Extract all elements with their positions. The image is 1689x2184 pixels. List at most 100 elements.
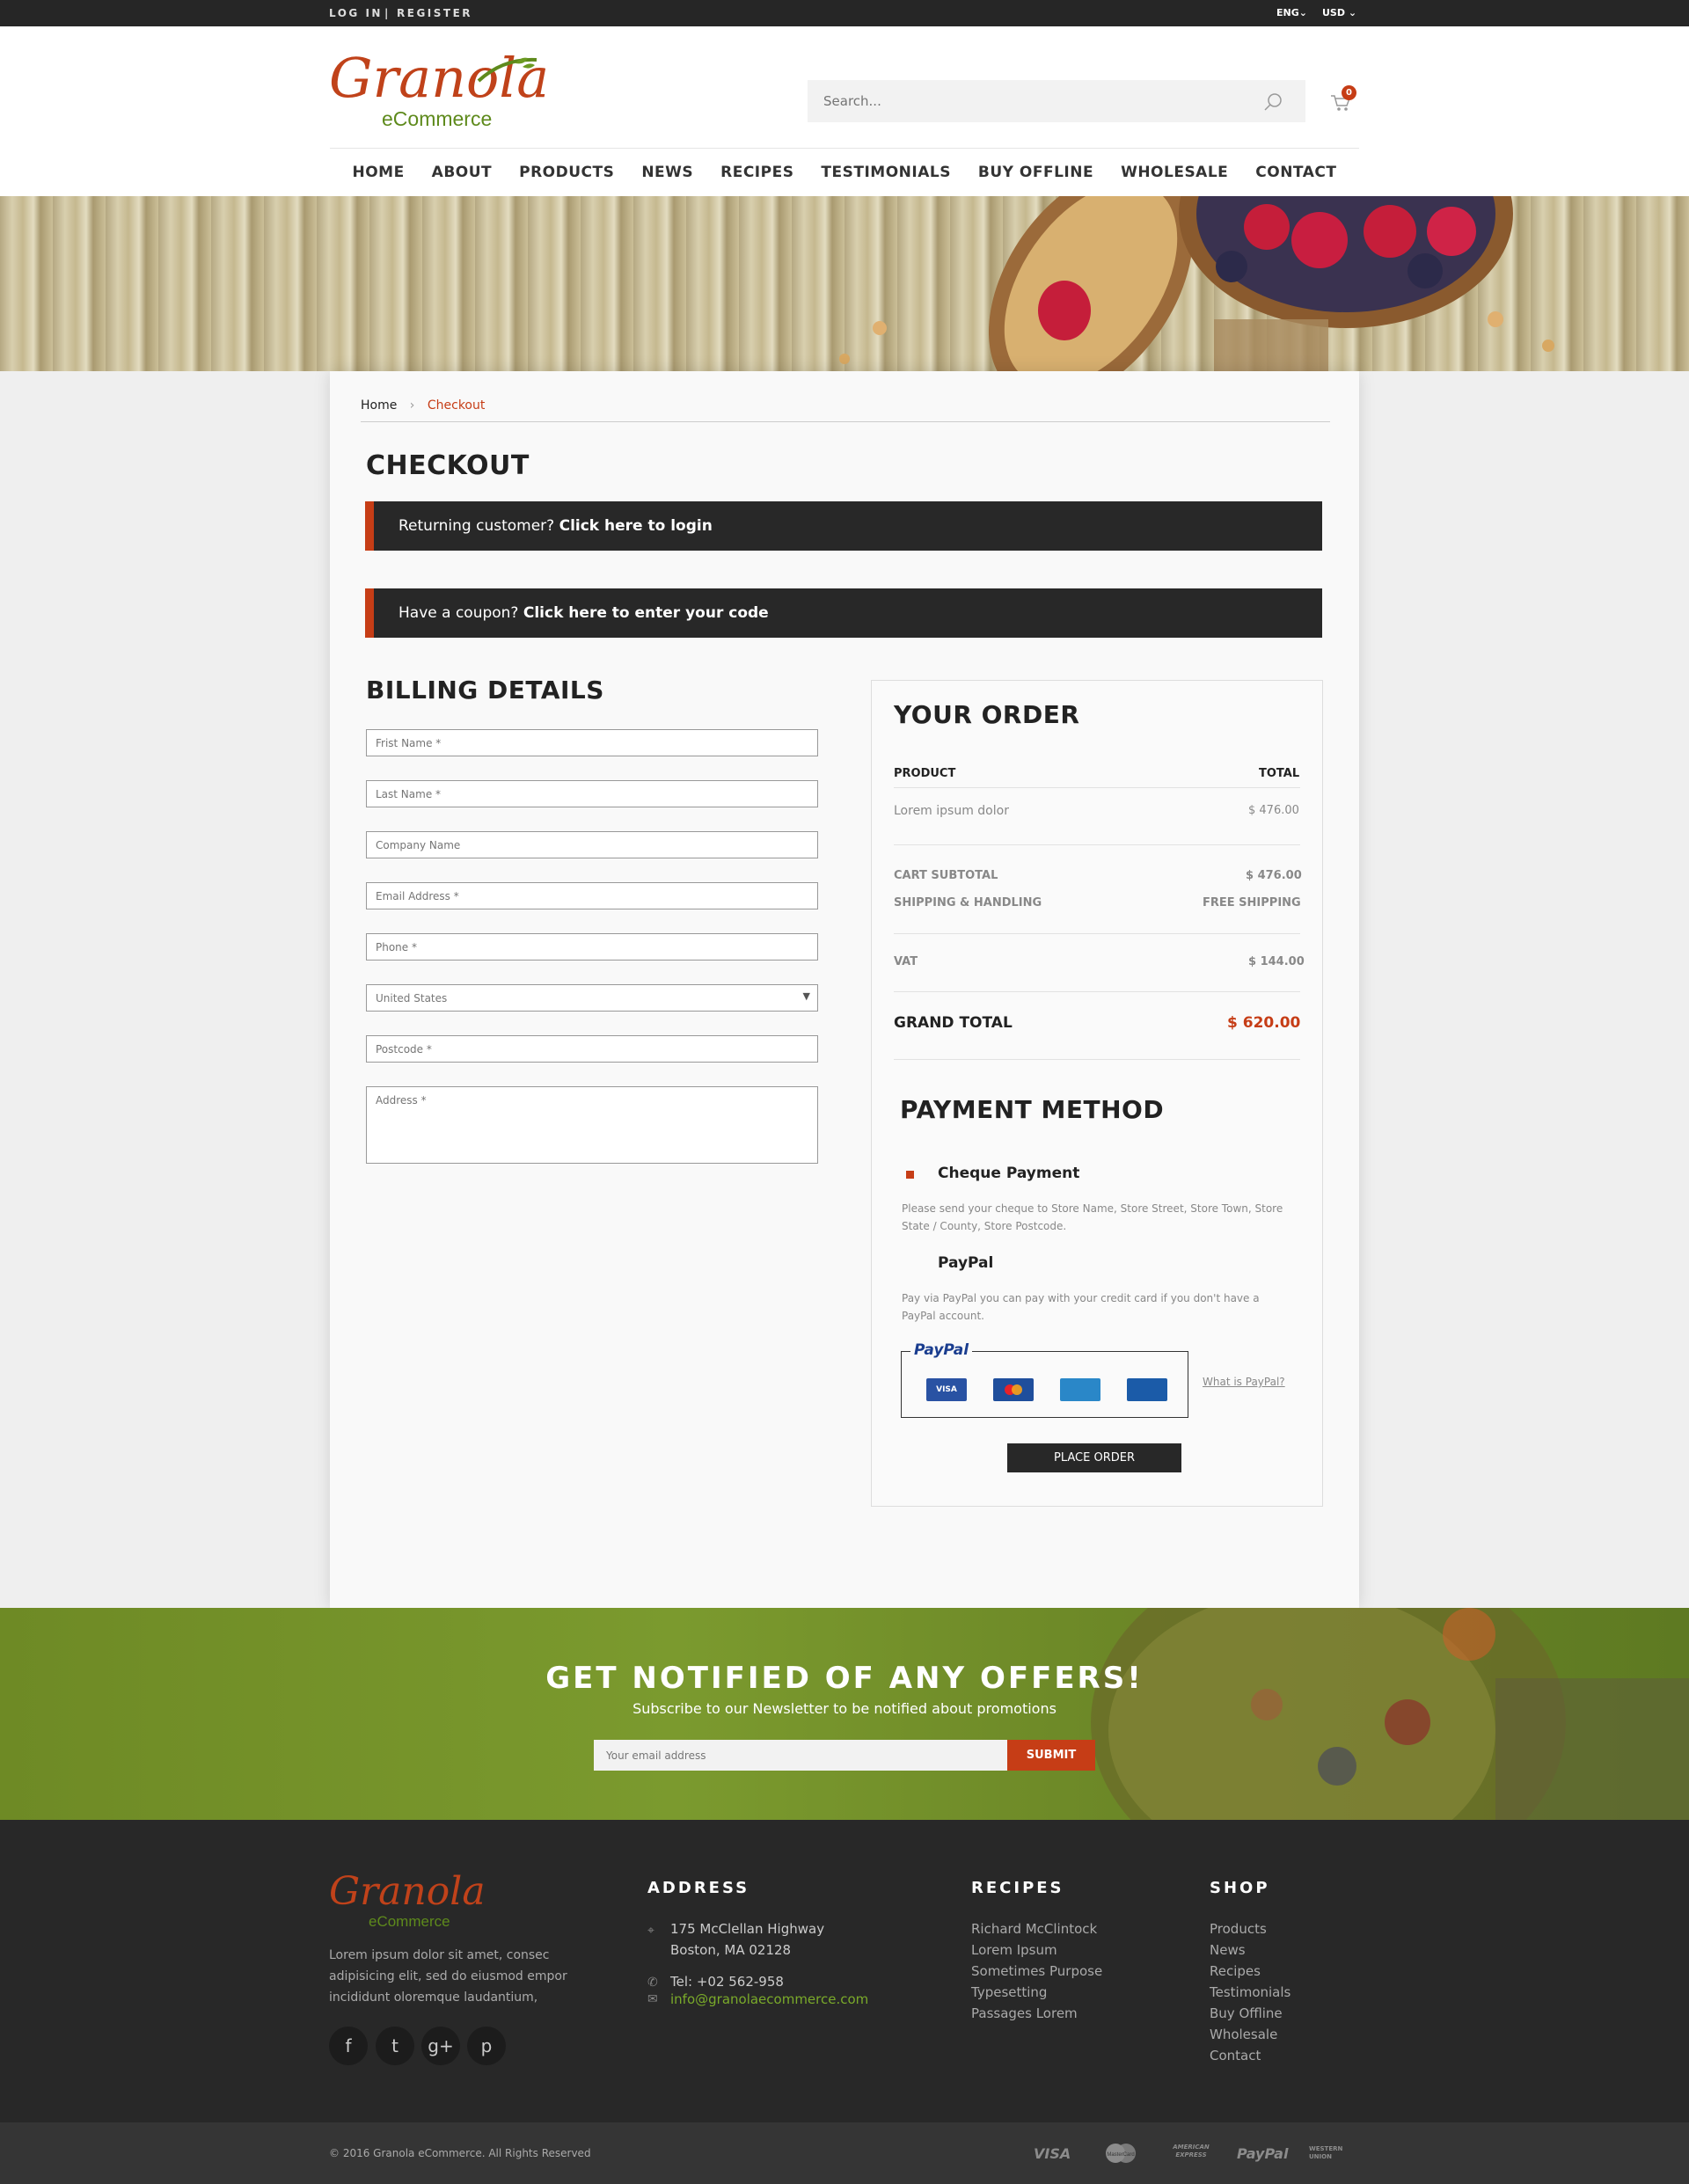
search-bar	[808, 80, 1305, 122]
discover-card-icon	[1127, 1378, 1167, 1401]
newsletter-email-input[interactable]	[594, 1740, 1007, 1771]
recipe-link[interactable]: Typesetting	[971, 1982, 1102, 2003]
shipping-label: SHIPPING & HANDLING	[894, 896, 1042, 909]
paypal-label[interactable]: PayPal	[938, 1254, 993, 1272]
chevron-down-icon: ⌄	[1348, 7, 1357, 18]
language-value: ENG	[1276, 7, 1299, 18]
recipe-link[interactable]: Richard McClintock	[971, 1918, 1102, 1939]
chevron-right-icon: ›	[409, 398, 415, 413]
shop-link-recipes[interactable]: Recipes	[1210, 1961, 1291, 1982]
nav-news[interactable]: NEWS	[641, 164, 693, 181]
order-item-name: Lorem ipsum dolor	[894, 804, 1009, 818]
submit-button[interactable]: SUBMIT	[1007, 1740, 1095, 1771]
search-icon[interactable]	[1263, 92, 1283, 112]
what-is-paypal-link[interactable]: What is PayPal?	[1203, 1376, 1285, 1388]
email-field	[366, 882, 818, 909]
login-prompt-link[interactable]: Click here to login	[559, 517, 713, 535]
cart-count-badge: 0	[1342, 85, 1356, 100]
logo-sub-text: eCommerce	[382, 107, 493, 130]
breadcrumb-divider	[361, 421, 1330, 422]
nav-testimonials[interactable]: TESTIMONIALS	[821, 164, 951, 181]
logo[interactable]: Granola eCommerce	[327, 46, 549, 134]
last-name-input[interactable]	[367, 781, 817, 807]
leaf-icon	[477, 57, 537, 83]
newsletter-section: GET NOTIFIED OF ANY OFFERS! Subscribe to…	[0, 1608, 1689, 1820]
recipe-link[interactable]: Lorem Ipsum	[971, 1939, 1102, 1961]
footer-email-link[interactable]: info@granolaecommerce.com	[670, 1989, 868, 2010]
breadcrumb: Home › Checkout	[361, 398, 485, 413]
recipes-list: Richard McClintock Lorem Ipsum Sometimes…	[971, 1918, 1102, 2024]
postcode-field	[366, 1035, 818, 1063]
nav-buy-offline[interactable]: BUY OFFLINE	[978, 164, 1093, 181]
company-input[interactable]	[367, 832, 817, 858]
coupon-text: Have a coupon?	[398, 604, 519, 622]
country-select[interactable]: United States ▼	[366, 984, 818, 1012]
footer-logo[interactable]: Granola eCommerce	[329, 1869, 487, 1931]
nav-home[interactable]: HOME	[352, 164, 404, 181]
login-link[interactable]: LOG IN	[329, 7, 383, 19]
hero-food-illustration	[839, 196, 1554, 371]
cart-button[interactable]: 0	[1328, 85, 1360, 116]
nav-products[interactable]: PRODUCTS	[519, 164, 614, 181]
address-line-1: 175 McClellan Highway	[670, 1921, 825, 1937]
shop-link-testimonials[interactable]: Testimonials	[1210, 1982, 1291, 2003]
divider	[894, 844, 1300, 845]
footer-logo-main: Granola	[329, 1869, 486, 1914]
postcode-input[interactable]	[367, 1036, 817, 1062]
newsletter-title: GET NOTIFIED OF ANY OFFERS!	[545, 1661, 1144, 1696]
register-link[interactable]: REGISTER	[397, 7, 472, 19]
subtotal-value: $ 476.00	[1246, 869, 1302, 882]
shop-link-news[interactable]: News	[1210, 1939, 1291, 1961]
visa-logo: VISA	[1034, 2145, 1071, 2162]
divider	[894, 933, 1300, 934]
order-title: YOUR ORDER	[894, 700, 1080, 729]
order-item-total: $ 476.00	[1248, 804, 1299, 817]
first-name-input[interactable]	[367, 730, 817, 756]
topbar-separator: |	[384, 7, 391, 19]
company-field	[366, 831, 818, 858]
nav-contact[interactable]: CONTACT	[1255, 164, 1336, 181]
last-name-field	[366, 780, 818, 807]
shop-list: Products News Recipes Testimonials Buy O…	[1210, 1918, 1291, 2066]
language-select[interactable]: ENG⌄	[1276, 7, 1307, 18]
recipe-link[interactable]: Passages Lorem	[971, 2003, 1102, 2024]
paypal-radio[interactable]	[906, 1260, 914, 1268]
shop-link-products[interactable]: Products	[1210, 1918, 1291, 1939]
dropdown-arrow-icon: ▼	[802, 990, 810, 1002]
mastercard-text: MasterCard	[1107, 2152, 1134, 2158]
nav-about[interactable]: ABOUT	[432, 164, 492, 181]
google-plus-icon[interactable]: g+	[421, 2027, 460, 2065]
col-product: PRODUCT	[894, 767, 956, 780]
first-name-field	[366, 729, 818, 756]
twitter-icon[interactable]: t	[376, 2027, 414, 2065]
shop-link-contact[interactable]: Contact	[1210, 2045, 1291, 2066]
newsletter-subtitle: Subscribe to our Newsletter to be notifi…	[632, 1700, 1057, 1717]
nav-recipes[interactable]: RECIPES	[720, 164, 793, 181]
pinterest-icon[interactable]: p	[467, 2027, 506, 2065]
shop-link-wholesale[interactable]: Wholesale	[1210, 2024, 1291, 2045]
address-input[interactable]	[367, 1087, 817, 1163]
main-nav: HOME ABOUT PRODUCTS NEWS RECIPES TESTIMO…	[330, 148, 1359, 196]
currency-select[interactable]: USD ⌄	[1322, 7, 1356, 18]
breadcrumb-home[interactable]: Home	[361, 398, 397, 413]
cheque-payment-label[interactable]: Cheque Payment	[938, 1165, 1079, 1182]
place-order-button[interactable]: PLACE ORDER	[1007, 1443, 1181, 1472]
phone-icon: ✆	[647, 1976, 658, 1990]
shop-link-buy-offline[interactable]: Buy Offline	[1210, 2003, 1291, 2024]
search-input[interactable]	[808, 80, 1230, 122]
vat-value: $ 144.00	[1248, 955, 1305, 968]
facebook-icon[interactable]: f	[329, 2027, 368, 2065]
coupon-link[interactable]: Click here to enter your code	[523, 604, 769, 622]
cheque-radio[interactable]	[906, 1171, 914, 1179]
location-pin-icon: ⌖	[647, 1924, 654, 1938]
grand-total-label: GRAND TOTAL	[894, 1014, 1013, 1032]
email-input[interactable]	[367, 883, 817, 909]
mastercard-logo: MasterCard	[1101, 2140, 1140, 2166]
divider	[894, 991, 1300, 992]
recipe-link[interactable]: Sometimes Purpose	[971, 1961, 1102, 1982]
amex-logo: AMERICAN EXPRESS	[1173, 2144, 1210, 2158]
mail-icon: ✉	[647, 1992, 658, 2006]
phone-input[interactable]	[367, 934, 817, 960]
nav-wholesale[interactable]: WHOLESALE	[1121, 164, 1228, 181]
address-field	[366, 1086, 818, 1164]
